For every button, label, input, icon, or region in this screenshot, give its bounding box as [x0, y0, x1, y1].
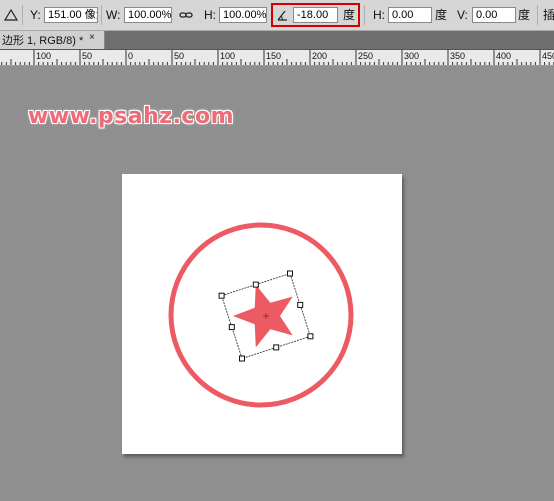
document-canvas[interactable]	[122, 174, 402, 454]
divider	[101, 5, 102, 25]
skew-vertical-field[interactable]: 0.00	[472, 7, 516, 23]
canvas-workspace[interactable]: www.psahz.com	[0, 66, 554, 501]
ruler-label: 150	[266, 51, 281, 61]
transform-handle[interactable]	[307, 333, 314, 340]
ruler-label: 100	[36, 51, 51, 61]
reference-point-icon[interactable]	[4, 0, 18, 30]
watermark: www.psahz.com	[28, 104, 235, 129]
angle-unit: 度	[343, 8, 356, 22]
document-tab-bar: 边形 1, RGB/8) * ×	[0, 31, 554, 50]
artwork	[168, 222, 354, 408]
skew-horizontal-field[interactable]: 0.00	[388, 7, 432, 23]
ruler-label: 50	[174, 51, 184, 61]
skew-h-label: H:	[373, 8, 385, 22]
transform-handle[interactable]	[239, 355, 245, 362]
height-field[interactable]: 100.00%	[219, 7, 267, 23]
skew-v-unit: 度	[518, 8, 531, 22]
transform-handle[interactable]	[218, 292, 225, 299]
document-tab[interactable]: 边形 1, RGB/8) * ×	[0, 31, 105, 49]
ruler-label: 100	[220, 51, 235, 61]
ruler-label: 200	[312, 51, 327, 61]
ruler-label: 0	[128, 51, 133, 61]
transform-handle[interactable]	[228, 324, 235, 331]
star-shape[interactable]	[233, 284, 293, 348]
close-icon[interactable]: ×	[89, 32, 95, 43]
angle-icon	[276, 0, 289, 30]
divider	[22, 5, 23, 25]
ruler-label: 300	[404, 51, 419, 61]
ruler-label: 250	[358, 51, 373, 61]
transform-handle[interactable]	[252, 281, 259, 288]
interpolation-label[interactable]: 插	[543, 7, 554, 23]
skew-h-unit: 度	[435, 8, 448, 22]
ruler-label: 50	[82, 51, 92, 61]
transform-handle[interactable]	[297, 301, 304, 308]
document-tab-title: 边形 1, RGB/8) *	[2, 35, 84, 47]
ruler-ticks: 100 50 0 50 100 150 200 250 300 350 400 450	[1, 50, 554, 65]
horizontal-ruler: 100 50 0 50 100 150 200 250 300 350 400 450	[0, 50, 554, 66]
y-position-field[interactable]: 151.00 像素	[44, 7, 98, 23]
ruler-label: 350	[450, 51, 465, 61]
transform-handle[interactable]	[287, 270, 293, 277]
ruler-label: 450	[542, 51, 554, 61]
width-label: W:	[106, 8, 121, 22]
y-label: Y:	[30, 8, 41, 22]
link-icon[interactable]	[179, 0, 193, 30]
rotation-angle-field[interactable]: -18.00	[293, 7, 338, 23]
options-bar: Y: 151.00 像素 W: 100.00% H: 100.00% -18.0…	[0, 0, 554, 31]
transform-handle[interactable]	[273, 344, 280, 351]
height-label: H:	[204, 8, 216, 22]
divider	[537, 5, 538, 25]
divider	[364, 5, 365, 25]
skew-v-label: V:	[457, 8, 468, 22]
ruler-label: 400	[496, 51, 511, 61]
width-field[interactable]: 100.00%	[124, 7, 172, 23]
